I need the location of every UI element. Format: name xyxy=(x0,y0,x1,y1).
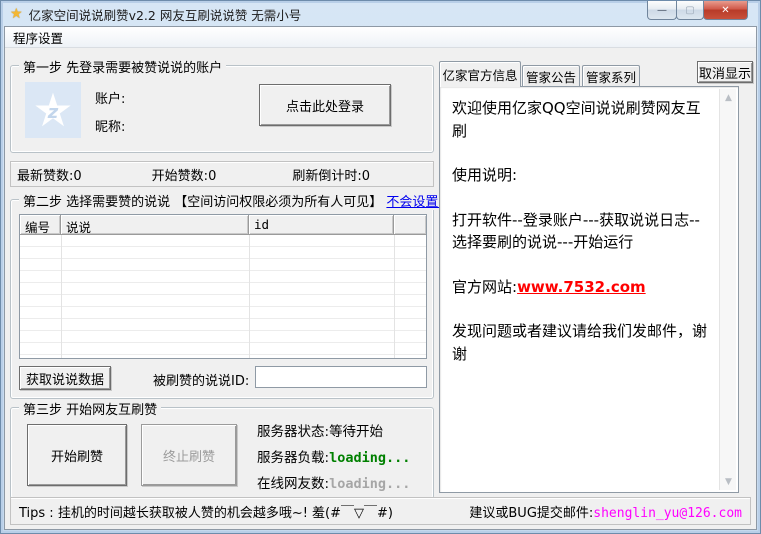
window-controls: — ▢ ✕ xyxy=(648,1,748,20)
help-link[interactable]: 不会设置? xyxy=(386,195,445,210)
feedback-text: 发现问题或者建议请给我们发邮件，谢谢 xyxy=(452,320,710,365)
start-likes-stat: 开始赞数:0 xyxy=(152,165,217,184)
col-number[interactable]: 编号 xyxy=(20,215,61,234)
usage-heading: 使用说明: xyxy=(452,164,710,187)
qzone-logo-icon: ★ z xyxy=(25,82,81,138)
post-id-label: 被刷赞的说说ID: xyxy=(153,370,249,389)
posts-table-header: 编号 说说 id xyxy=(20,215,426,235)
info-text: 欢迎使用亿家QQ空间说说刷赞网友互刷 使用说明: 打开软件--登录账户---获取… xyxy=(452,97,710,387)
cancel-display-button[interactable]: 取消显示 xyxy=(697,61,753,83)
stop-liking-button: 终止刷赞 xyxy=(141,424,237,486)
info-scrollbar[interactable]: ▲ ▼ xyxy=(719,89,736,490)
website-line: 官方网站:www.7532.com xyxy=(452,276,710,299)
footer-bar: Tips : 挂机的时间越长获取被人赞的机会越多哦~! 羞(#￣▽￣#) 建议或… xyxy=(10,497,751,525)
tab-official-info[interactable]: 亿家官方信息 xyxy=(439,61,521,87)
welcome-text: 欢迎使用亿家QQ空间说说刷赞网友互刷 xyxy=(452,97,710,142)
start-liking-button[interactable]: 开始刷赞 xyxy=(27,424,127,486)
step3-group: 第三步 开始网友互刷赞 开始刷赞 终止刷赞 服务器状态:等待开始 服务器负载:l… xyxy=(10,407,434,499)
nickname-label: 昵称: xyxy=(95,116,125,135)
post-id-input[interactable] xyxy=(255,366,427,388)
info-box: 欢迎使用亿家QQ空间说说刷赞网友互刷 使用说明: 打开软件--登录账户---获取… xyxy=(439,86,739,493)
step1-legend: 第一步 先登录需要被赞说说的账户 xyxy=(19,57,226,76)
tab-announcements[interactable]: 管家公告 xyxy=(522,65,580,87)
step3-legend: 第三步 开始网友互刷赞 xyxy=(19,399,161,418)
online-users: 在线网友数:loading... xyxy=(257,472,410,492)
server-load: 服务器负载:loading... xyxy=(257,446,410,466)
minimize-button[interactable]: — xyxy=(647,1,677,20)
login-button[interactable]: 点击此处登录 xyxy=(259,84,391,126)
col-filler xyxy=(394,215,426,234)
fetch-posts-button[interactable]: 获取说说数据 xyxy=(19,366,111,390)
server-status: 服务器状态:等待开始 xyxy=(257,420,383,440)
scroll-up-icon[interactable]: ▲ xyxy=(720,89,737,106)
posts-table-body[interactable] xyxy=(20,235,426,358)
usage-steps: 打开软件--登录账户---获取说说日志--选择要刷的说说---开始运行 xyxy=(452,209,710,254)
account-label: 账户: xyxy=(95,88,125,107)
tab-series[interactable]: 管家系列 xyxy=(582,65,640,87)
step2-legend: 第二步 选择需要赞的说说 【空间访问权限必须为所有人可见】 不会设置? xyxy=(19,191,449,210)
feedback-mail: 建议或BUG提交邮件:shenglin_yu@126.com xyxy=(469,502,742,521)
client-area: 程序设置 第一步 先登录需要被赞说说的账户 ★ z 账户: 昵称: 点击此处登录… xyxy=(4,26,757,530)
tips-text: Tips : 挂机的时间越长获取被人赞的机会越多哦~! 羞(#￣▽￣#) xyxy=(19,502,393,521)
stats-bar: 最新赞数:0 开始赞数:0 刷新倒计时:0 xyxy=(10,161,434,187)
website-link[interactable]: www.7532.com xyxy=(517,278,646,296)
menu-bar: 程序设置 xyxy=(5,27,756,48)
latest-likes-stat: 最新赞数:0 xyxy=(17,165,82,184)
app-star-icon: ★ xyxy=(10,6,23,22)
z-glyph: z xyxy=(48,102,58,123)
app-window: ★ 亿家空间说说刷赞v2.2 网友互刷说说赞 无需小号 — ▢ ✕ 程序设置 第… xyxy=(0,0,761,534)
col-id[interactable]: id xyxy=(249,215,394,234)
menu-item-settings[interactable]: 程序设置 xyxy=(5,28,71,47)
title-bar: ★ 亿家空间说说刷赞v2.2 网友互刷说说赞 无需小号 xyxy=(4,1,757,27)
scroll-down-icon[interactable]: ▼ xyxy=(720,473,737,490)
col-post[interactable]: 说说 xyxy=(61,215,249,234)
maximize-button: ▢ xyxy=(676,1,704,20)
refresh-countdown-stat: 刷新倒计时:0 xyxy=(292,165,370,184)
window-title: 亿家空间说说刷赞v2.2 网友互刷说说赞 无需小号 xyxy=(29,5,302,24)
mail-address[interactable]: shenglin_yu@126.com xyxy=(593,506,742,521)
posts-table[interactable]: 编号 说说 id xyxy=(19,214,427,359)
close-button[interactable]: ✕ xyxy=(703,1,748,20)
step1-group: 第一步 先登录需要被赞说说的账户 ★ z 账户: 昵称: 点击此处登录 xyxy=(10,65,434,153)
step2-group: 第二步 选择需要赞的说说 【空间访问权限必须为所有人可见】 不会设置? 编号 说… xyxy=(10,199,434,399)
